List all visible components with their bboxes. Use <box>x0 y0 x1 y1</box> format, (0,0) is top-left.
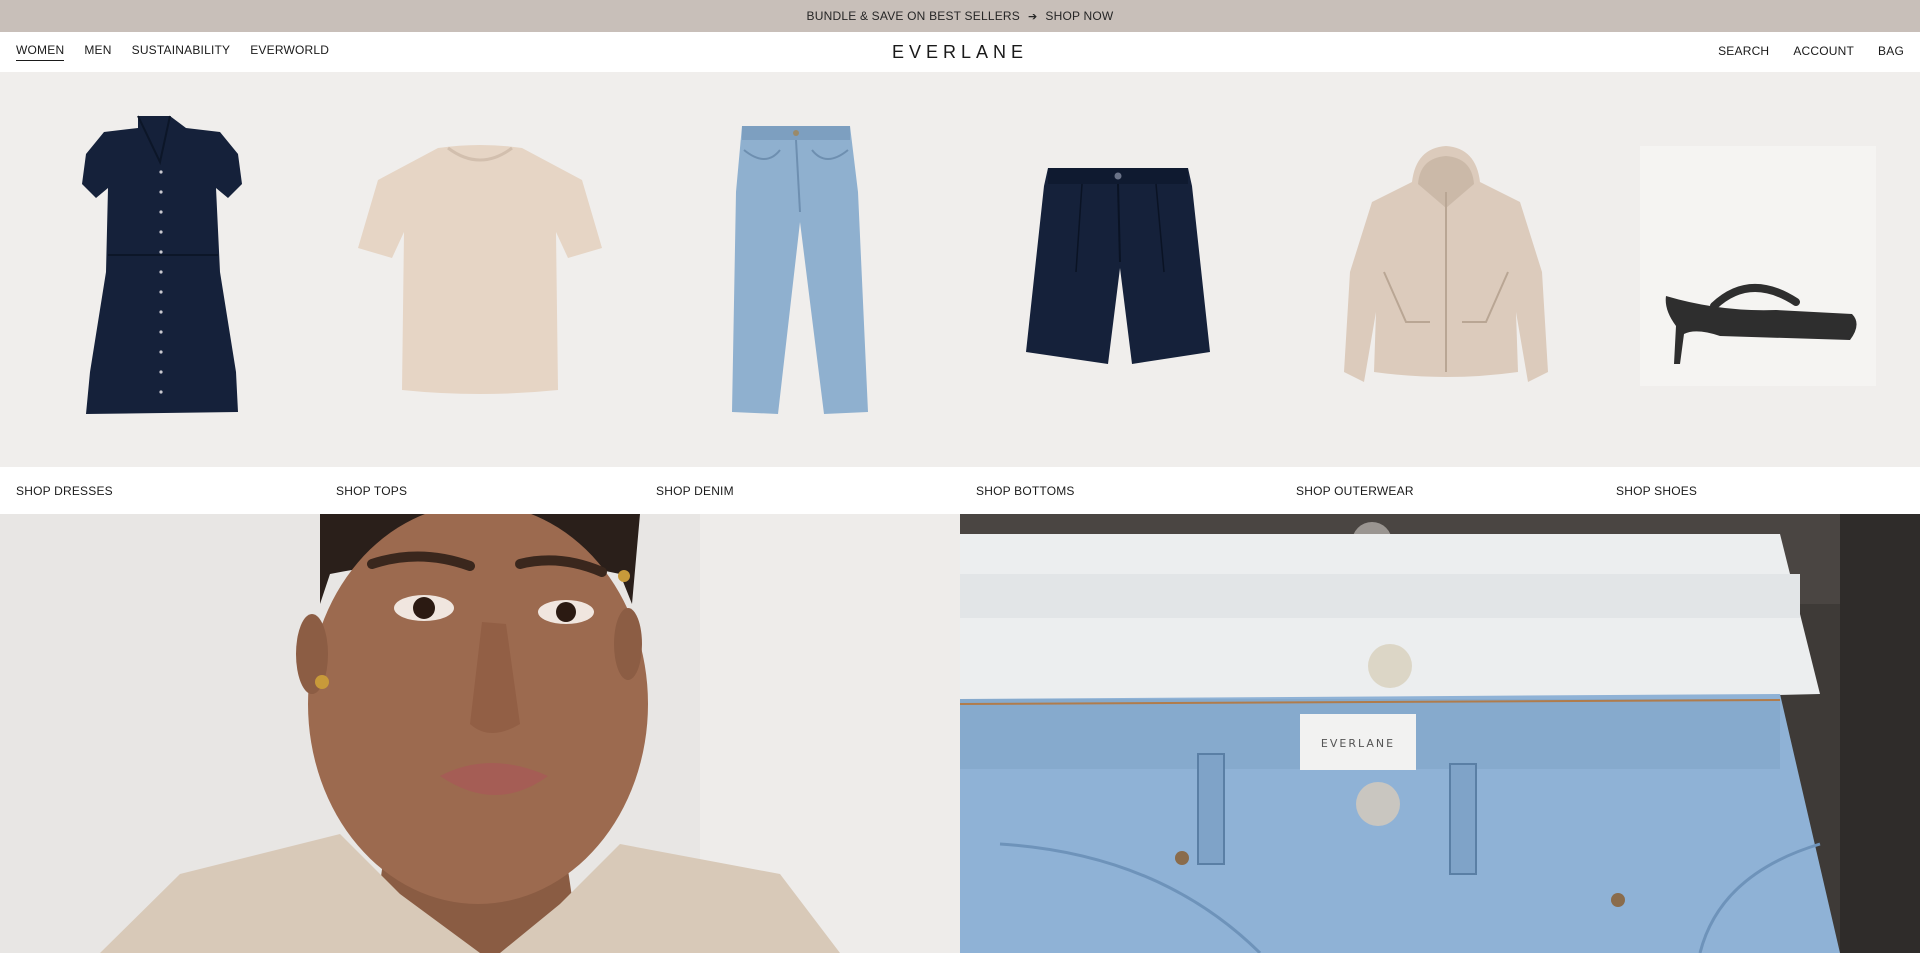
main-navigation: WOMEN MEN SUSTAINABILITY EVERWORLD EVERL… <box>0 32 1920 72</box>
nav-women[interactable]: WOMEN <box>16 43 65 61</box>
category-denim[interactable]: SHOP DENIM <box>640 72 960 514</box>
shorts-image <box>960 72 1280 467</box>
category-label[interactable]: SHOP BOTTOMS <box>960 467 1280 514</box>
nav-sustainability[interactable]: SUSTAINABILITY <box>132 43 231 61</box>
category-dresses[interactable]: SHOP DRESSES <box>0 72 320 514</box>
nav-men[interactable]: MEN <box>84 43 111 61</box>
brand-logo[interactable]: EVERLANE <box>892 42 1028 63</box>
nav-right: SEARCH ACCOUNT BAG <box>1718 44 1904 61</box>
hero-denim-image[interactable]: EVERLANE <box>960 514 1920 953</box>
windbreaker-image <box>1280 72 1600 467</box>
category-bottoms[interactable]: SHOP BOTTOMS <box>960 72 1280 514</box>
category-grid: SHOP DRESSES SHOP TOPS SHOP DENIM SHOP B… <box>0 72 1920 514</box>
category-label[interactable]: SHOP SHOES <box>1600 467 1920 514</box>
dress-image <box>0 72 320 467</box>
hero-portrait-image[interactable] <box>0 514 960 953</box>
category-outerwear[interactable]: SHOP OUTERWEAR <box>1280 72 1600 514</box>
tshirt-image <box>320 72 640 467</box>
nav-account[interactable]: ACCOUNT <box>1793 44 1854 61</box>
sandal-image <box>1600 72 1920 467</box>
hero-section: EVERLANE <box>0 514 1920 953</box>
denim-tag-text: EVERLANE <box>1321 737 1395 750</box>
nav-left: WOMEN MEN SUSTAINABILITY EVERWORLD <box>16 43 329 61</box>
arrow-right-icon: ➔ <box>1027 10 1038 23</box>
promo-text: BUNDLE & SAVE ON BEST SELLERS <box>806 9 1020 23</box>
category-label[interactable]: SHOP TOPS <box>320 467 640 514</box>
jeans-image <box>640 72 960 467</box>
nav-everworld[interactable]: EVERWORLD <box>250 43 329 61</box>
category-shoes[interactable]: SHOP SHOES <box>1600 72 1920 514</box>
promo-cta[interactable]: SHOP NOW <box>1045 9 1113 23</box>
promo-banner[interactable]: BUNDLE & SAVE ON BEST SELLERS ➔ SHOP NOW <box>0 0 1920 32</box>
category-label[interactable]: SHOP DENIM <box>640 467 960 514</box>
category-label[interactable]: SHOP DRESSES <box>0 467 320 514</box>
nav-bag[interactable]: BAG <box>1878 44 1904 61</box>
nav-search[interactable]: SEARCH <box>1718 44 1769 61</box>
category-tops[interactable]: SHOP TOPS <box>320 72 640 514</box>
category-label[interactable]: SHOP OUTERWEAR <box>1280 467 1600 514</box>
